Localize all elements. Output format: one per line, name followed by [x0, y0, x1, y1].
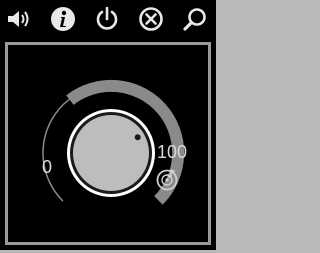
- knob-track: [42, 98, 70, 202]
- knob-face[interactable]: [73, 115, 149, 191]
- max-label: 100: [157, 142, 188, 162]
- knob-indicator: [134, 134, 141, 141]
- volume-knob[interactable]: [3, 3, 219, 253]
- disc-note-icon[interactable]: [155, 167, 179, 191]
- min-label: 0: [42, 157, 53, 177]
- app-window: 0 100: [0, 0, 216, 250]
